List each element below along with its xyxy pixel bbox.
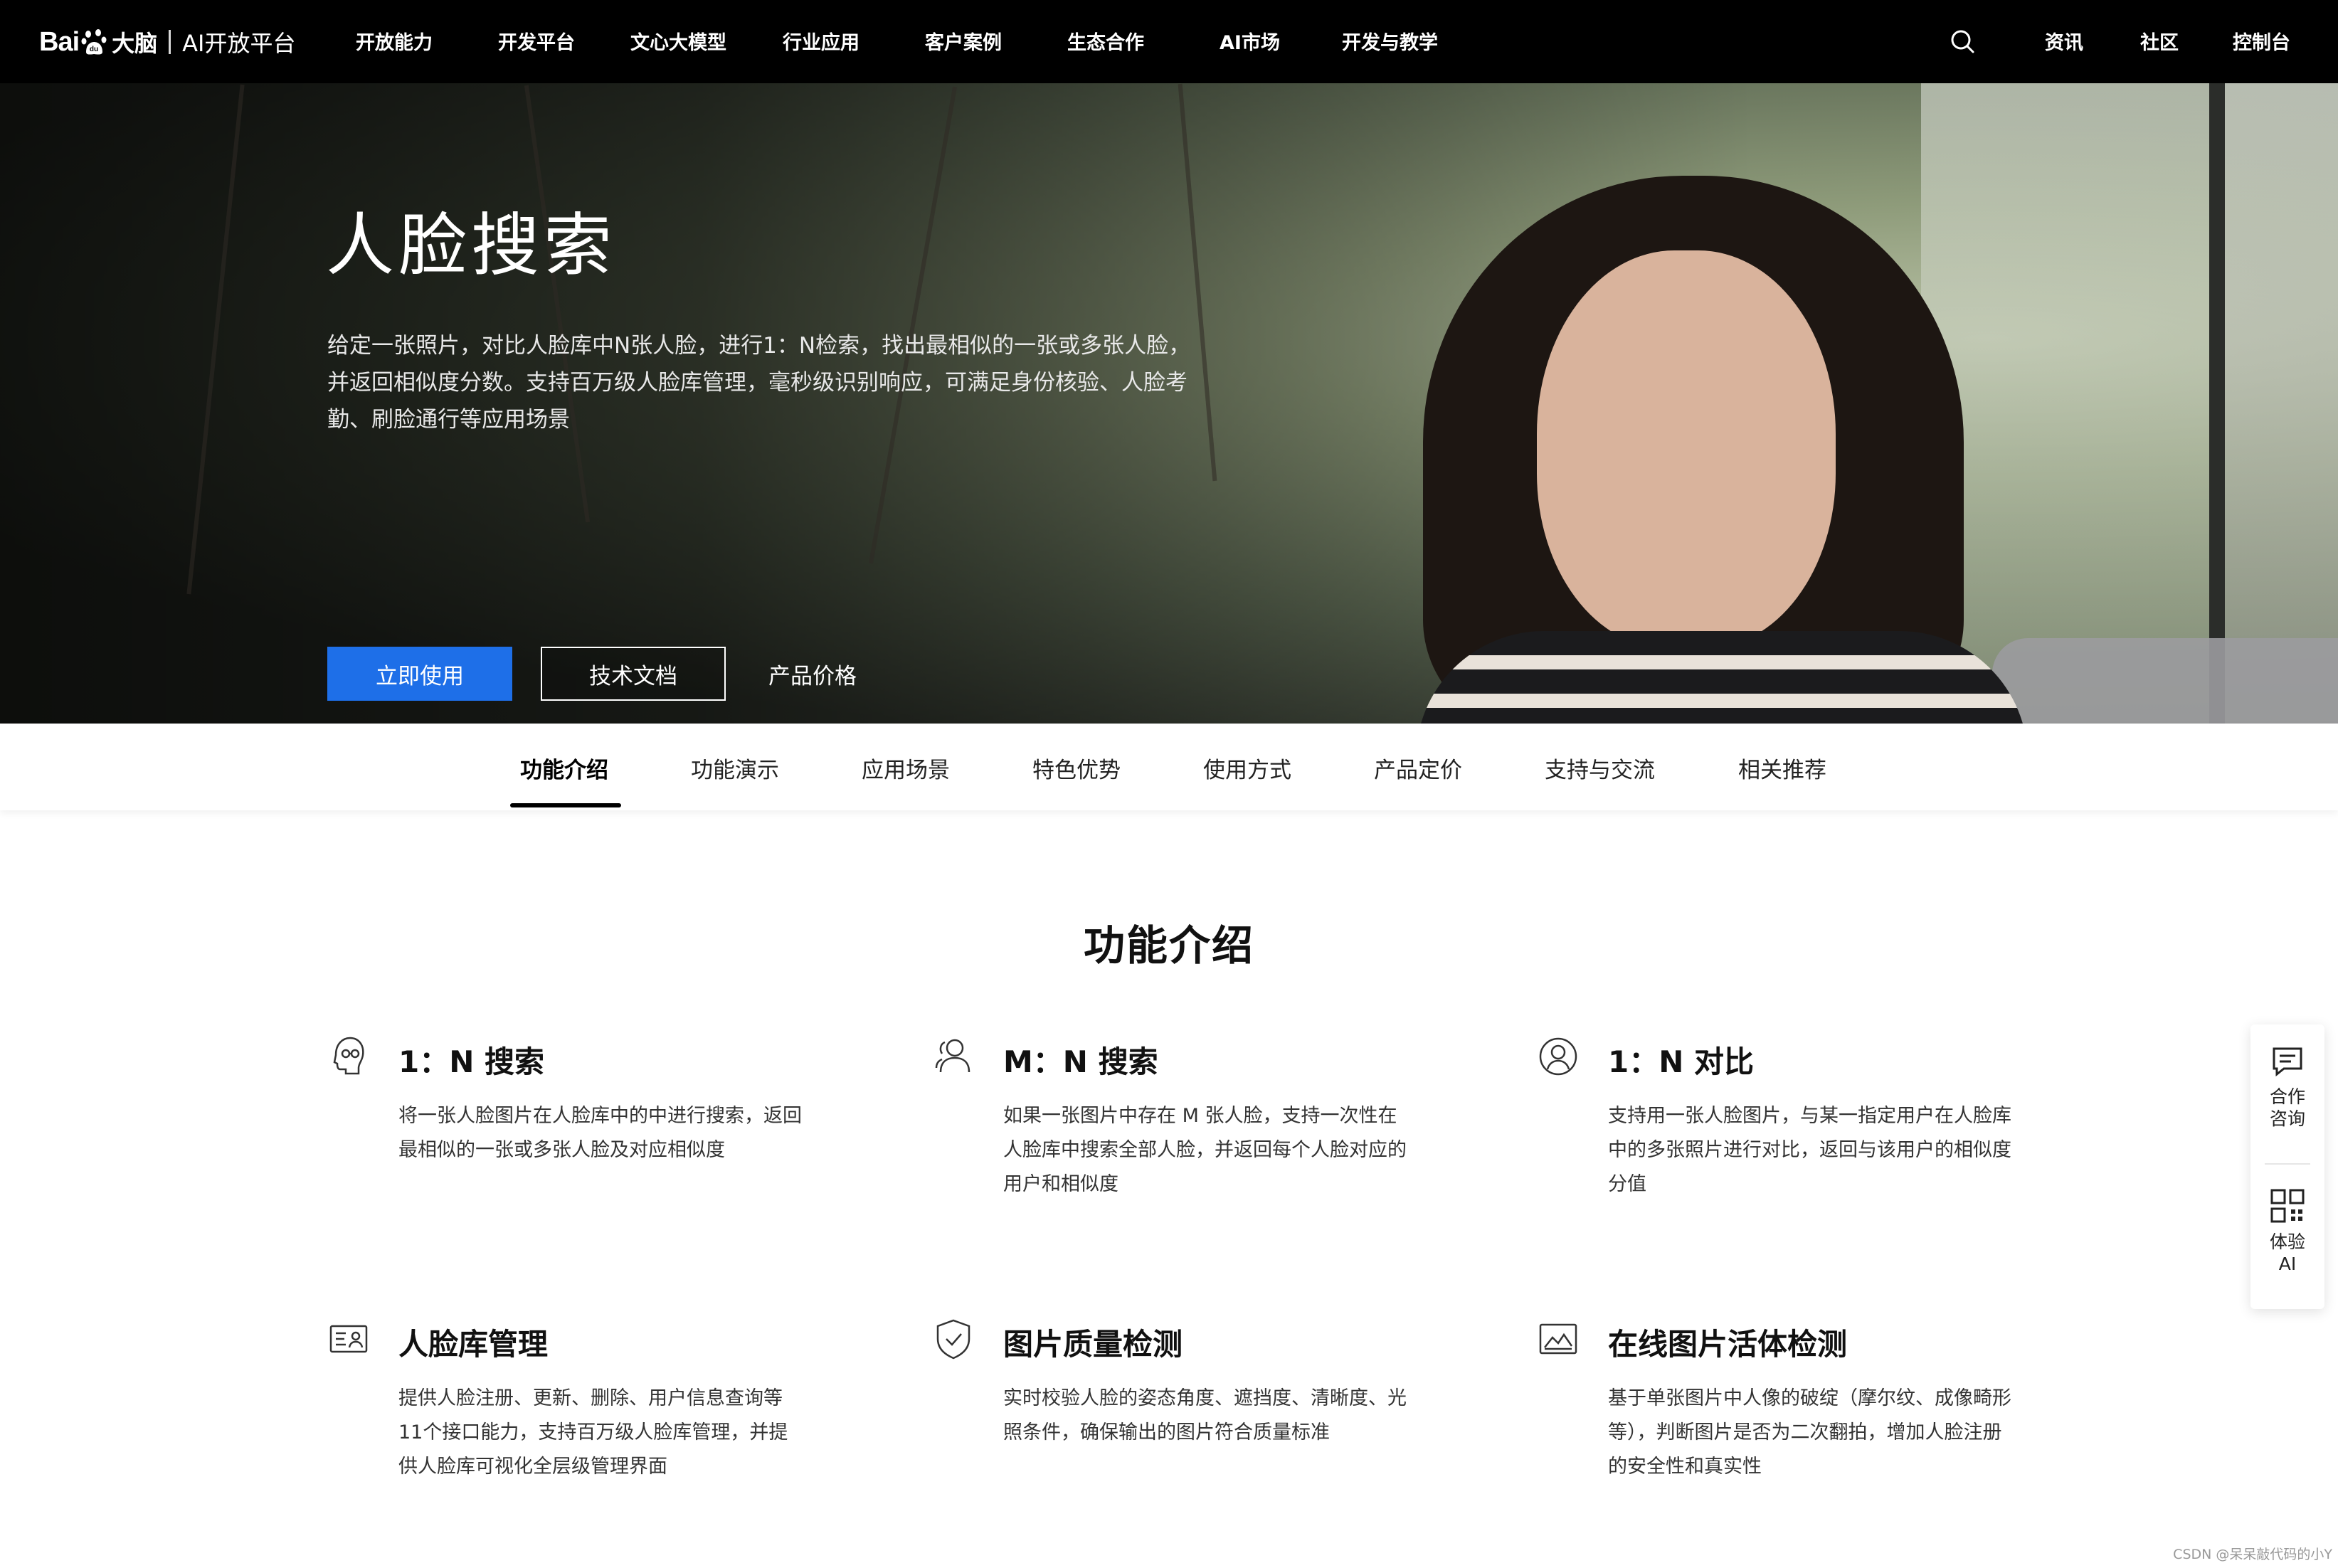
search-icon[interactable]: [1948, 27, 1977, 55]
logo-bai-text: Bai: [39, 26, 80, 57]
feature-description: 支持用一张人脸图片，与某一指定用户在人脸库中的多张照片进行对比，返回与该用户的相…: [1608, 1105, 2011, 1195]
nav-item-industry[interactable]: 行业应用: [783, 27, 859, 55]
chat-message-icon: [2273, 1047, 2302, 1077]
section-title: 功能介绍: [1083, 921, 1254, 970]
nav-item-ecosystem[interactable]: 生态合作: [1067, 27, 1144, 55]
consult-label-line1: 合作: [2269, 1086, 2305, 1107]
person-striped-sweater: [1416, 631, 2028, 724]
tab-pricing[interactable]: 产品定价: [1374, 752, 1462, 784]
top-navigation: Bai du 大脑 AI开放平台 开放能力 开发平台 文心大模型 行业应用 客户…: [0, 0, 2338, 83]
feature-description: 基于单张图片中人像的破绽（摩尔纹、成像畸形等），判断图片是否为二次翻拍，增加人脸…: [1608, 1387, 2011, 1478]
use-now-button[interactable]: 立即使用: [327, 647, 512, 701]
try-ai-label-line2: AI: [2278, 1254, 2297, 1274]
tab-usage[interactable]: 使用方式: [1203, 752, 1291, 784]
tech-docs-button[interactable]: 技术文档: [541, 647, 726, 701]
try-ai-label-line1: 体验: [2269, 1231, 2305, 1252]
feature-description: 实时校验人脸的姿态角度、遮挡度、清晰度、光照条件，确保输出的图片符合质量标准: [1003, 1387, 1407, 1443]
tab-scenarios[interactable]: 应用场景: [862, 752, 950, 784]
hero-description: 给定一张照片，对比人脸库中N张人脸，进行1：N检索，找出最相似的一张或多张人脸，…: [327, 333, 1191, 433]
hero-title: 人脸搜索: [326, 206, 616, 285]
side-panel-divider: [2265, 1163, 2310, 1165]
nav-item-dev-teaching[interactable]: 开发与教学: [1342, 27, 1438, 55]
active-tab-indicator: [510, 803, 621, 807]
id-card-icon: [329, 1325, 368, 1353]
feature-title: 图片质量检测: [1003, 1327, 1183, 1362]
feature-title: 人脸库管理: [398, 1327, 549, 1362]
shield-check-icon: [936, 1319, 970, 1360]
nav-item-dev-platform[interactable]: 开发平台: [498, 27, 575, 55]
tab-feature-demo[interactable]: 功能演示: [691, 752, 779, 784]
user-circle-icon: [1539, 1037, 1577, 1076]
nav-item-cases[interactable]: 客户案例: [925, 27, 1002, 55]
logo-dunao-text: 大脑: [112, 30, 158, 57]
feature-description: 提供人脸注册、更新、删除、用户信息查询等11个接口能力，支持百万级人脸库管理，并…: [398, 1387, 788, 1478]
nav-item-community[interactable]: 社区: [2140, 27, 2179, 55]
logo-divider: [169, 30, 171, 54]
tab-advantages[interactable]: 特色优势: [1032, 752, 1121, 784]
csdn-watermark: CSDN @呆呆敲代码的小Y: [2173, 1547, 2332, 1562]
feature-description: 如果一张图片中存在 M 张人脸，支持一次性在人脸库中搜索全部人脸，并返回每个人脸…: [1003, 1105, 1407, 1195]
nav-item-news[interactable]: 资讯: [2045, 27, 2083, 55]
try-ai-button[interactable]: 体验 AI: [2250, 1188, 2324, 1275]
logo-subtitle: AI开放平台: [182, 30, 296, 57]
multi-user-icon: [935, 1039, 970, 1073]
feature-title: 在线图片活体检测: [1608, 1327, 1848, 1362]
feature-title: M：N 搜索: [1003, 1044, 1158, 1079]
tab-recommendations[interactable]: 相关推荐: [1738, 752, 1826, 784]
baidu-ai-logo[interactable]: Bai du 大脑 AI开放平台: [39, 20, 296, 64]
nav-item-open-capability[interactable]: 开放能力: [356, 27, 433, 55]
consult-button[interactable]: 合作 咨询: [2250, 1046, 2324, 1130]
nav-item-console[interactable]: 控制台: [2233, 27, 2290, 55]
feature-description: 将一张人脸图片在人脸库中的中进行搜索，返回最相似的一张或多张人脸及对应相似度: [398, 1105, 802, 1161]
feature-title: 1：N 对比: [1608, 1044, 1754, 1079]
qr-code-icon: [2270, 1189, 2305, 1223]
person-face: [1537, 250, 1836, 649]
feature-title: 1：N 搜索: [398, 1044, 544, 1079]
nav-item-wenxin-model[interactable]: 文心大模型: [630, 27, 726, 55]
tab-feature-intro[interactable]: 功能介绍: [520, 752, 608, 784]
floating-side-panel: 合作 咨询 体验 AI: [2250, 1024, 2324, 1309]
baidu-paw-icon: du: [81, 29, 107, 55]
section-tabs: 功能介绍 功能演示 应用场景 特色优势 使用方式 产品定价 支持与交流 相关推荐: [0, 724, 2338, 810]
consult-label-line2: 咨询: [2269, 1108, 2305, 1129]
hero-banner: 人脸搜索 给定一张照片，对比人脸库中N张人脸，进行1：N检索，找出最相似的一张或…: [0, 83, 2338, 724]
nav-item-ai-market[interactable]: AI市场: [1220, 27, 1280, 55]
svg-text:du: du: [90, 46, 98, 53]
image-frame-icon: [1539, 1323, 1577, 1355]
product-price-link[interactable]: 产品价格: [768, 658, 857, 690]
face-search-icon: [333, 1037, 364, 1075]
tab-support[interactable]: 支持与交流: [1545, 752, 1655, 784]
